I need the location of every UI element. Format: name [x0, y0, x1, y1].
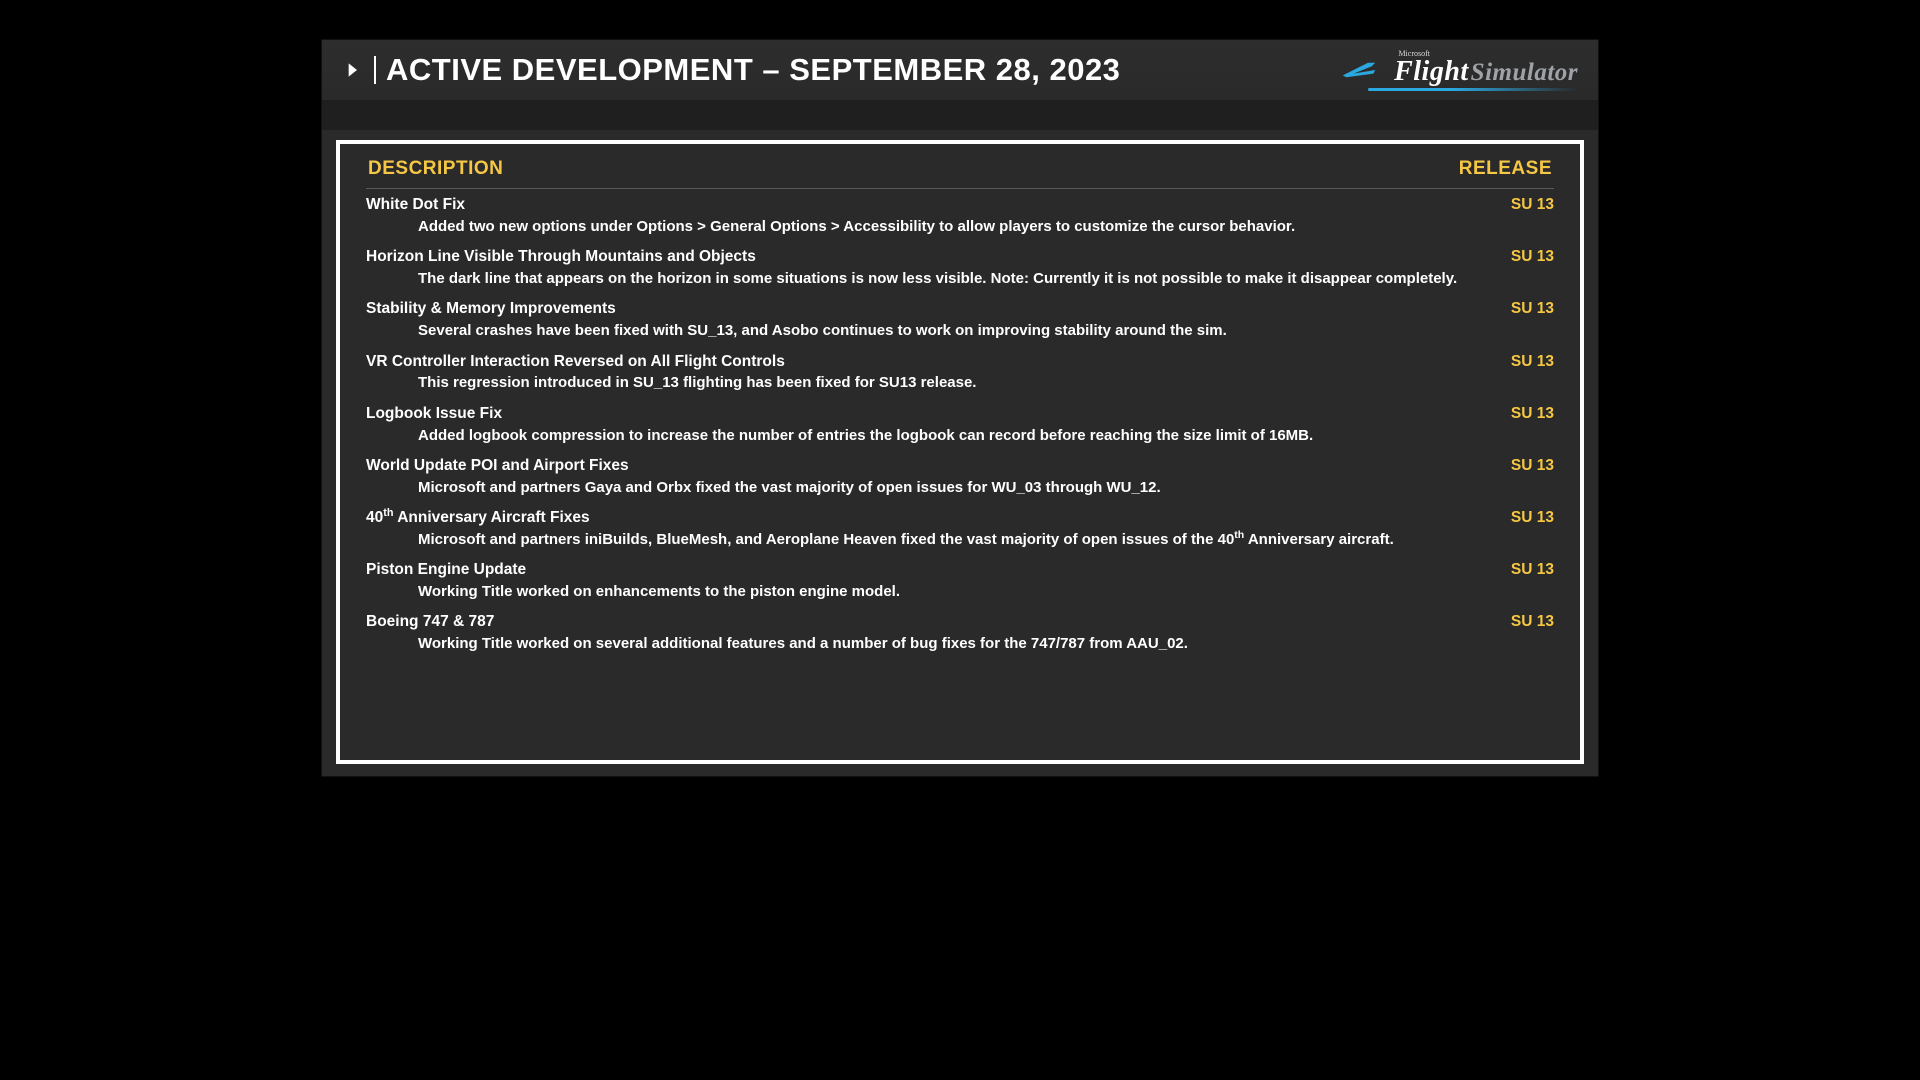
item-text: Logbook Issue FixAdded logbook compressi…	[366, 404, 1511, 446]
item-text: White Dot FixAdded two new options under…	[366, 195, 1511, 237]
page-title: ACTIVE DEVELOPMENT – SEPTEMBER 28, 2023	[386, 52, 1120, 88]
header-strip	[322, 100, 1598, 130]
item-title: White Dot Fix	[366, 195, 1481, 216]
items-list: White Dot FixAdded two new options under…	[366, 195, 1554, 655]
list-item: White Dot FixAdded two new options under…	[366, 195, 1554, 237]
chevron-right-icon	[342, 57, 362, 83]
item-text: World Update POI and Airport FixesMicros…	[366, 456, 1511, 498]
item-text: Piston Engine UpdateWorking Title worked…	[366, 560, 1511, 602]
item-desc: Microsoft and partners iniBuilds, BlueMe…	[418, 530, 1481, 550]
item-title: World Update POI and Airport Fixes	[366, 456, 1481, 477]
item-desc: Working Title worked on several addition…	[418, 634, 1481, 654]
col-description: DESCRIPTION	[368, 158, 503, 180]
item-release: SU 13	[1511, 560, 1554, 579]
item-desc: Several crashes have been fixed with SU_…	[418, 321, 1481, 341]
item-desc: Added logbook compression to increase th…	[418, 426, 1481, 446]
list-item: World Update POI and Airport FixesMicros…	[366, 456, 1554, 498]
item-desc: Added two new options under Options > Ge…	[418, 217, 1481, 237]
header-rule	[366, 188, 1554, 189]
logo-word-simulator: Simulator	[1471, 60, 1578, 85]
item-release: SU 13	[1511, 404, 1554, 423]
item-release: SU 13	[1511, 508, 1554, 527]
item-title: Boeing 747 & 787	[366, 612, 1481, 633]
list-item: Stability & Memory ImprovementsSeveral c…	[366, 299, 1554, 341]
content-card: DESCRIPTION RELEASE White Dot FixAdded t…	[336, 140, 1584, 764]
item-release: SU 13	[1511, 456, 1554, 475]
item-desc: This regression introduced in SU_13 flig…	[418, 373, 1481, 393]
item-release: SU 13	[1511, 195, 1554, 214]
list-item: Piston Engine UpdateWorking Title worked…	[366, 560, 1554, 602]
item-desc: The dark line that appears on the horizo…	[418, 269, 1481, 289]
stage: ACTIVE DEVELOPMENT – SEPTEMBER 28, 2023 …	[232, 0, 1688, 816]
list-item: Logbook Issue FixAdded logbook compressi…	[366, 404, 1554, 446]
wing-icon	[1340, 61, 1378, 79]
logo-wordmark: Flight Simulator	[1394, 58, 1578, 86]
item-desc: Working Title worked on enhancements to …	[418, 582, 1481, 602]
list-item: 40th Anniversary Aircraft FixesMicrosoft…	[366, 508, 1554, 550]
column-headers: DESCRIPTION RELEASE	[366, 154, 1554, 186]
item-text: Horizon Line Visible Through Mountains a…	[366, 247, 1511, 289]
title-wrap: ACTIVE DEVELOPMENT – SEPTEMBER 28, 2023	[342, 52, 1120, 88]
product-logo: Microsoft Flight Simulator	[1368, 47, 1578, 93]
item-title: Logbook Issue Fix	[366, 404, 1481, 425]
slide-panel: ACTIVE DEVELOPMENT – SEPTEMBER 28, 2023 …	[322, 40, 1598, 776]
item-text: Stability & Memory ImprovementsSeveral c…	[366, 299, 1511, 341]
item-release: SU 13	[1511, 299, 1554, 318]
item-desc: Microsoft and partners Gaya and Orbx fix…	[418, 478, 1481, 498]
list-item: Boeing 747 & 787Working Title worked on …	[366, 612, 1554, 654]
item-text: VR Controller Interaction Reversed on Al…	[366, 352, 1511, 394]
item-text: Boeing 747 & 787Working Title worked on …	[366, 612, 1511, 654]
item-title: VR Controller Interaction Reversed on Al…	[366, 352, 1481, 373]
logo-underline	[1368, 88, 1578, 91]
item-release: SU 13	[1511, 612, 1554, 631]
list-item: Horizon Line Visible Through Mountains a…	[366, 247, 1554, 289]
item-release: SU 13	[1511, 352, 1554, 371]
item-title: Piston Engine Update	[366, 560, 1481, 581]
header: ACTIVE DEVELOPMENT – SEPTEMBER 28, 2023 …	[322, 40, 1598, 100]
item-release: SU 13	[1511, 247, 1554, 266]
item-title: Horizon Line Visible Through Mountains a…	[366, 247, 1481, 268]
item-text: 40th Anniversary Aircraft FixesMicrosoft…	[366, 508, 1511, 550]
title-divider	[374, 56, 376, 84]
list-item: VR Controller Interaction Reversed on Al…	[366, 352, 1554, 394]
item-title: 40th Anniversary Aircraft Fixes	[366, 508, 1481, 529]
col-release: RELEASE	[1459, 158, 1552, 180]
item-title: Stability & Memory Improvements	[366, 299, 1481, 320]
logo-word-flight: Flight	[1394, 58, 1469, 86]
